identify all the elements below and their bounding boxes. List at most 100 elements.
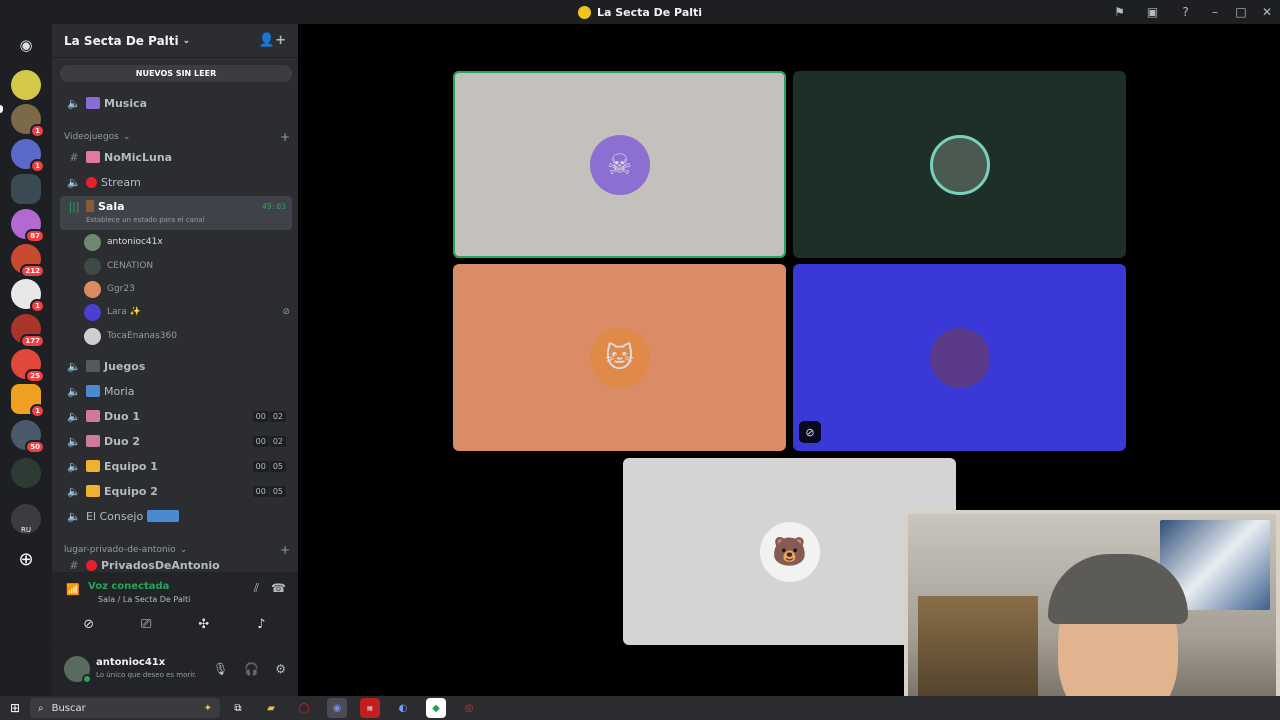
speaker-icon: 🔈 bbox=[67, 484, 81, 498]
speaker-icon: 🔈 bbox=[67, 459, 81, 473]
voice-location[interactable]: Sala / La Secta De Palti bbox=[98, 595, 190, 604]
minimize-button[interactable]: – bbox=[1202, 0, 1228, 24]
guild-icon[interactable]: 212 bbox=[11, 244, 45, 278]
user-panel: antonioc41x Lo único que deseo es morir.… bbox=[52, 646, 298, 696]
window-title-text: La Secta De Palti bbox=[596, 5, 703, 19]
inbox-icon[interactable]: ▣ bbox=[1136, 0, 1169, 24]
add-server-icon[interactable]: ⊕ bbox=[11, 544, 41, 574]
speaker-icon: 🔈 bbox=[67, 384, 81, 398]
channel-moria[interactable]: 🔈 Moria bbox=[60, 380, 292, 402]
camera-toggle-button[interactable]: ⊘ bbox=[60, 612, 118, 636]
participant-tile[interactable]: ☠ bbox=[453, 71, 786, 258]
task-view-icon[interactable]: ⧉ bbox=[228, 698, 248, 718]
file-explorer-icon[interactable]: ▰ bbox=[261, 698, 281, 718]
door-icon bbox=[86, 200, 94, 212]
invite-user-icon[interactable]: 👤+ bbox=[259, 33, 286, 48]
participant-tile[interactable] bbox=[793, 71, 1126, 258]
taskbar-search[interactable]: ⌕ Buscar ✦ bbox=[30, 698, 220, 718]
user-limit-counter: 00 02 bbox=[252, 435, 286, 447]
window-titlebar: La Secta De Palti ⚑ ▣ ? – □ ✕ bbox=[0, 0, 1280, 24]
handshake-icon bbox=[86, 485, 100, 497]
windows-taskbar: ⊞ ⌕ Buscar ✦ ⧉ ▰ ◯ ◉ ▤ ◐ ◆ ◎ bbox=[0, 696, 1280, 720]
app-icon[interactable]: ▤ bbox=[360, 698, 380, 718]
participant-avatar bbox=[929, 327, 990, 388]
add-channel-icon[interactable]: + bbox=[280, 130, 290, 144]
channel-sala[interactable]: ||| Sala 49:03 Establece un estado para … bbox=[60, 196, 292, 230]
voice-member[interactable]: Ggr23 bbox=[84, 279, 290, 299]
guild-icon-selected[interactable] bbox=[11, 174, 41, 204]
webcam-overlay bbox=[904, 510, 1280, 720]
channel-privados[interactable]: # PrivadosDeAntonio bbox=[60, 559, 292, 571]
windows-start-icon[interactable]: ⊞ bbox=[0, 696, 30, 720]
noise-suppression-icon[interactable]: ⫽ bbox=[254, 581, 259, 596]
voice-member[interactable]: TocaEnanas360 bbox=[84, 326, 290, 346]
channel-musica[interactable]: 🔈 Musica bbox=[60, 92, 292, 114]
help-icon[interactable]: ? bbox=[1169, 0, 1202, 24]
participant-tile[interactable]: 🐱 bbox=[453, 264, 786, 451]
server-header[interactable]: La Secta De Palti ⌄ 👤+ bbox=[52, 24, 298, 58]
channel-duo1[interactable]: 🔈 Duo 1 00 02 bbox=[60, 405, 292, 427]
close-button[interactable]: ✕ bbox=[1254, 0, 1280, 24]
channel-stream[interactable]: 🔈 Stream bbox=[60, 171, 292, 193]
guild-icon[interactable]: 177 bbox=[11, 314, 45, 348]
avatar bbox=[84, 303, 101, 321]
maximize-button[interactable]: □ bbox=[1228, 0, 1254, 24]
app-icon[interactable]: ◆ bbox=[426, 698, 446, 718]
channel-juegos[interactable]: 🔈 Juegos bbox=[60, 355, 292, 377]
app-icon[interactable]: ◎ bbox=[459, 698, 479, 718]
speaker-icon: 🔈 bbox=[67, 359, 81, 373]
discord-home-icon[interactable]: ◉ bbox=[11, 30, 41, 60]
channel-equipo2[interactable]: 🔈 Equipo 2 00 05 bbox=[60, 480, 292, 502]
screen-share-button[interactable]: ⎚ bbox=[118, 612, 176, 636]
guild-folder-icon[interactable]: 50 bbox=[11, 420, 45, 454]
soundboard-button[interactable]: ♪ bbox=[233, 612, 291, 636]
pickaxe-icon bbox=[86, 385, 100, 397]
red-circle-icon bbox=[86, 176, 97, 188]
flag-icon[interactable]: ⚑ bbox=[1103, 0, 1136, 24]
guild-icon[interactable] bbox=[11, 458, 41, 488]
category-lugar-privado[interactable]: lugar-privado-de-antonio ⌄ + bbox=[64, 543, 290, 557]
guild-icon[interactable]: 1 bbox=[11, 384, 45, 418]
window-title: La Secta De Palti bbox=[0, 5, 1280, 19]
channel-el-consejo[interactable]: 🔈 El Consejo bbox=[60, 505, 292, 527]
camera-off-icon: ⊘ bbox=[799, 421, 821, 443]
emoji-decoration bbox=[147, 510, 180, 522]
disconnect-icon[interactable]: ☎ bbox=[271, 581, 286, 596]
discord-taskbar-icon[interactable]: ◉ bbox=[327, 698, 347, 718]
opera-icon[interactable]: ◯ bbox=[294, 698, 314, 718]
channel-duo2[interactable]: 🔈 Duo 2 00 02 bbox=[60, 430, 292, 452]
participant-avatar: ☠ bbox=[589, 134, 650, 195]
guild-icon[interactable] bbox=[11, 70, 41, 100]
app-icon[interactable]: ◐ bbox=[393, 698, 413, 718]
headphones-icon[interactable]: 🎧 bbox=[244, 662, 259, 676]
signal-icon[interactable]: 📶 bbox=[66, 583, 80, 596]
category-videojuegos[interactable]: Videojuegos ⌄ + bbox=[64, 130, 290, 144]
guild-icon[interactable]: 1 bbox=[11, 104, 45, 138]
channel-nomicluna[interactable]: # NoMicLuna bbox=[60, 146, 292, 168]
activities-button[interactable]: ✣ bbox=[175, 612, 233, 636]
voice-member[interactable]: Lara ✨ ⊘ bbox=[84, 302, 290, 322]
guild-icon[interactable]: 87 bbox=[11, 209, 45, 243]
unread-banner[interactable]: NUEVOS SIN LEER bbox=[60, 65, 292, 82]
channel-status[interactable]: Establece un estado para el canal bbox=[86, 216, 205, 224]
music-note-icon bbox=[86, 97, 100, 109]
participant-tile[interactable]: ⊘ bbox=[793, 264, 1126, 451]
add-channel-icon[interactable]: + bbox=[280, 543, 290, 557]
speaker-icon: 🔈 bbox=[67, 434, 81, 448]
voice-member[interactable]: CENATION bbox=[84, 256, 290, 276]
guild-icon[interactable]: 1 bbox=[11, 139, 45, 173]
participant-avatar bbox=[929, 134, 990, 195]
participant-avatar: 🐻 bbox=[759, 521, 820, 582]
channel-equipo1[interactable]: 🔈 Equipo 1 00 05 bbox=[60, 455, 292, 477]
guild-icon[interactable]: 25 bbox=[11, 349, 45, 383]
server-icon bbox=[577, 5, 591, 19]
microphone-icon[interactable]: 🎙 bbox=[213, 662, 228, 676]
guild-icon[interactable]: RU bbox=[11, 504, 41, 534]
voice-member[interactable]: antonioc41x bbox=[84, 232, 290, 252]
couple-icon bbox=[86, 435, 100, 447]
voice-status[interactable]: Voz conectada bbox=[88, 581, 169, 592]
user-name[interactable]: antonioc41x bbox=[96, 657, 165, 668]
avatar[interactable] bbox=[64, 656, 92, 684]
settings-gear-icon[interactable]: ⚙ bbox=[275, 662, 286, 676]
guild-icon[interactable]: 1 bbox=[11, 279, 45, 313]
